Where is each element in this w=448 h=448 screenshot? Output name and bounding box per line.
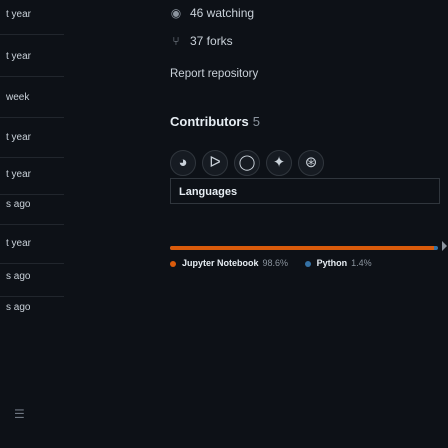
commit-time: t year: [6, 132, 32, 143]
contributor-avatars: ◕ ᐅ ◯ ✦ ⊛: [170, 150, 370, 178]
language-bar: [170, 246, 438, 250]
contributors-heading[interactable]: Contributors 5: [170, 114, 260, 129]
repo-sidebar: ◉ 46 watching ⑂ 37 forks Report repository…: [170, 0, 448, 448]
avatar[interactable]: ⊛: [298, 150, 324, 176]
avatar[interactable]: ✦: [266, 150, 292, 176]
list-icon[interactable]: ☰: [14, 408, 26, 420]
fork-icon: ⑂: [172, 34, 180, 48]
commit-time: s ago: [6, 302, 31, 313]
language-item-python[interactable]: Python 1.4%: [304, 258, 372, 268]
commit-time: t year: [6, 169, 32, 180]
commit-time: t year: [6, 9, 32, 20]
forks-link[interactable]: ⑂ 37 forks: [170, 34, 233, 48]
contributors-title: Contributors: [170, 114, 249, 129]
divider: [0, 34, 64, 35]
language-dot: [304, 260, 311, 267]
language-dot: [170, 260, 176, 267]
language-percent: 1.4%: [351, 258, 372, 268]
commit-time: week: [6, 92, 30, 103]
commit-time: s ago: [6, 199, 31, 210]
divider: [0, 263, 64, 264]
avatar[interactable]: ◕: [170, 150, 196, 176]
languages-heading-box: Languages: [170, 178, 440, 204]
report-repository-link[interactable]: Report repository: [170, 68, 258, 80]
eye-icon: ◉: [170, 6, 182, 20]
divider: [0, 117, 64, 118]
divider: [0, 296, 64, 297]
language-name: Jupyter Notebook: [182, 258, 259, 268]
languages-title: Languages: [179, 186, 238, 198]
divider: [0, 157, 64, 158]
divider: [0, 76, 64, 77]
commit-time: t year: [6, 51, 32, 62]
watching-link[interactable]: ◉ 46 watching: [170, 6, 254, 20]
watching-count: 46 watching: [190, 6, 255, 20]
commit-time: s ago: [6, 271, 31, 282]
commit-times-column: t year t year week t year t year s ago t…: [0, 0, 64, 448]
contributors-count: 5: [252, 114, 260, 129]
commit-time: t year: [6, 238, 32, 249]
avatar[interactable]: ◯: [234, 150, 260, 176]
triangle-icon: [442, 241, 447, 251]
language-item-jupyter[interactable]: Jupyter Notebook 98.6%: [170, 258, 288, 268]
divider: [0, 224, 64, 225]
language-bar-segment-jupyter: [170, 246, 435, 250]
divider: [0, 194, 64, 195]
language-name: Python: [316, 258, 348, 268]
forks-count: 37 forks: [190, 34, 233, 48]
language-list: Jupyter Notebook 98.6% Python 1.4%: [170, 258, 386, 268]
avatar[interactable]: ᐅ: [202, 150, 228, 176]
language-percent: 98.6%: [262, 258, 289, 268]
